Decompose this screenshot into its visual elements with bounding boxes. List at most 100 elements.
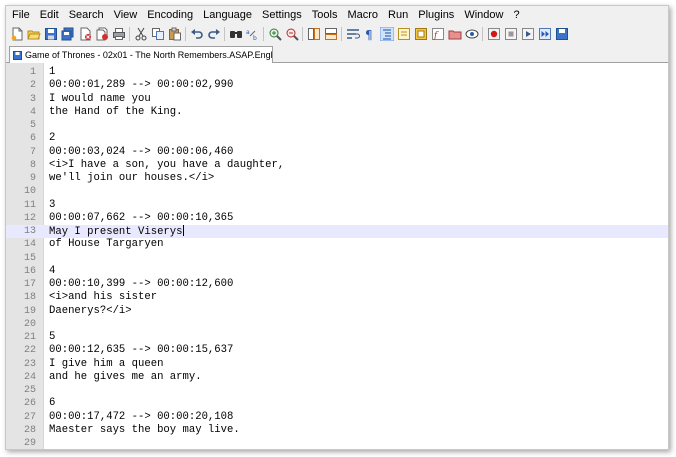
paste-icon[interactable]	[167, 27, 182, 42]
undo-icon[interactable]	[189, 27, 204, 42]
code-line[interactable]: 14 of House Targaryen	[6, 238, 668, 251]
code-line[interactable]: 22 00:00:12,635 --> 00:00:15,637	[6, 344, 668, 357]
code-line[interactable]: 2 00:00:01,289 --> 00:00:02,990	[6, 79, 668, 92]
new-file-icon[interactable]	[9, 27, 24, 42]
menu-run[interactable]: Run	[383, 6, 413, 24]
code-line[interactable]: 9 we'll join our houses.</i>	[6, 172, 668, 185]
code-line[interactable]: 24 and he gives me an army.	[6, 371, 668, 384]
code-line[interactable]: 27 00:00:17,472 --> 00:00:20,108	[6, 411, 668, 424]
find-icon[interactable]	[228, 27, 243, 42]
playback-macro-icon[interactable]	[520, 27, 535, 42]
code-line[interactable]: 16 4	[6, 265, 668, 278]
line-text: <i>I have a son, you have a daughter,	[49, 158, 285, 171]
line-text: 5	[49, 331, 56, 343]
menu-plugins[interactable]: Plugins	[413, 6, 459, 24]
menu-view[interactable]: View	[109, 6, 143, 24]
close-all-icon[interactable]	[94, 27, 109, 42]
sync-horizontal-icon[interactable]	[323, 27, 338, 42]
line-text: 1	[49, 66, 56, 78]
line-text: <i>and his sister	[49, 291, 158, 304]
zoom-out-icon[interactable]	[284, 27, 299, 42]
menu-macro[interactable]: Macro	[342, 6, 383, 24]
code-line[interactable]: 20	[6, 318, 668, 331]
sync-vertical-icon[interactable]	[306, 27, 321, 42]
code-line[interactable]: 7 00:00:03,024 --> 00:00:06,460	[6, 146, 668, 159]
user-language-icon[interactable]	[396, 27, 411, 42]
save-all-icon[interactable]	[60, 27, 75, 42]
code-line[interactable]: 4 the Hand of the King.	[6, 106, 668, 119]
code-line[interactable]: 28 Maester says the boy may live.	[6, 424, 668, 437]
toolbar-separator	[263, 27, 264, 41]
cut-icon[interactable]	[133, 27, 148, 42]
line-text: 3	[49, 198, 56, 211]
menu-help[interactable]: ?	[508, 6, 524, 24]
tab-document[interactable]: Game of Thrones - 02x01 - The North Reme…	[9, 46, 273, 63]
line-text: 00:00:01,289 --> 00:00:02,990	[49, 79, 234, 92]
copy-icon[interactable]	[150, 27, 165, 42]
save-icon[interactable]	[43, 27, 58, 42]
svg-text:a: a	[246, 29, 250, 36]
word-wrap-icon[interactable]	[345, 27, 360, 42]
current-line[interactable]: 13 May I present Viserys	[6, 225, 668, 239]
redo-icon[interactable]	[206, 27, 221, 42]
code-line[interactable]: 12 00:00:07,662 --> 00:00:10,365	[6, 212, 668, 225]
menu-encoding[interactable]: Encoding	[142, 6, 198, 24]
line-number: 24	[23, 371, 36, 383]
monitoring-icon[interactable]	[464, 27, 479, 42]
zoom-in-icon[interactable]	[267, 27, 282, 42]
folder-as-workspace-icon[interactable]	[447, 27, 462, 42]
code-line[interactable]: 62	[6, 132, 668, 145]
code-line[interactable]: 8 <i>I have a son, you have a daughter,	[6, 159, 668, 172]
code-line[interactable]: 26 6	[6, 397, 668, 410]
record-macro-icon[interactable]	[486, 27, 501, 42]
line-text: of House Targaryen	[49, 238, 164, 251]
code-line[interactable]: 18 <i>and his sister	[6, 291, 668, 304]
line-text: Daenerys?</i>	[49, 304, 132, 317]
code-line[interactable]: 5	[6, 119, 668, 132]
menu-file[interactable]: File	[6, 6, 35, 24]
save-macro-icon[interactable]	[554, 27, 569, 42]
line-text: 4	[49, 264, 56, 277]
line-number: 14	[23, 239, 36, 251]
text-caret	[182, 225, 184, 236]
line-text: we'll join our houses.</i>	[49, 172, 215, 184]
indent-guide-icon[interactable]	[379, 27, 394, 42]
open-file-icon[interactable]	[26, 27, 41, 42]
saved-file-icon	[13, 50, 22, 60]
print-icon[interactable]	[111, 27, 126, 42]
menu-edit[interactable]: Edit	[35, 6, 64, 24]
code-line[interactable]: 29	[6, 437, 668, 449]
editor-area[interactable]: 11 2 00:00:01,289 --> 00:00:02,990 3I wou…	[6, 63, 668, 449]
code-line[interactable]: 19 Daenerys?</i>	[6, 305, 668, 318]
menu-tools[interactable]: Tools	[307, 6, 343, 24]
menu-language[interactable]: Language	[198, 6, 257, 24]
replace-icon[interactable]: ab	[245, 27, 260, 42]
line-number: 15	[23, 252, 36, 264]
line-number: 26	[23, 398, 36, 410]
stop-recording-icon[interactable]	[503, 27, 518, 42]
code-line[interactable]: 21 5	[6, 331, 668, 344]
line-number: 16	[23, 265, 36, 277]
code-line[interactable]: 15	[6, 252, 668, 265]
line-number: 29	[23, 438, 36, 449]
show-all-characters-icon[interactable]: ¶	[362, 27, 377, 42]
code-line[interactable]: 11	[6, 66, 668, 79]
code-line[interactable]: 25	[6, 384, 668, 397]
menu-settings[interactable]: Settings	[257, 6, 307, 24]
toolbar-separator	[482, 27, 483, 41]
code-line[interactable]: 11 3	[6, 199, 668, 212]
code-line[interactable]: 23 I give him a queen	[6, 358, 668, 371]
menu-search[interactable]: Search	[64, 6, 109, 24]
line-number: 4	[29, 106, 36, 118]
close-icon[interactable]	[77, 27, 92, 42]
line-text: and he gives me an army.	[49, 370, 202, 383]
code-line[interactable]: 10	[6, 185, 668, 198]
editor-lines: 11 2 00:00:01,289 --> 00:00:02,990 3I wou…	[6, 66, 668, 449]
code-line[interactable]: 3 I would name you	[6, 93, 668, 106]
document-map-icon[interactable]	[413, 27, 428, 42]
run-macro-multiple-icon[interactable]	[537, 27, 552, 42]
menu-window[interactable]: Window	[459, 6, 508, 24]
function-list-icon[interactable]: f	[430, 27, 445, 42]
line-text: 00:00:10,399 --> 00:00:12,600	[49, 278, 234, 290]
code-line[interactable]: 17 00:00:10,399 --> 00:00:12,600	[6, 278, 668, 291]
